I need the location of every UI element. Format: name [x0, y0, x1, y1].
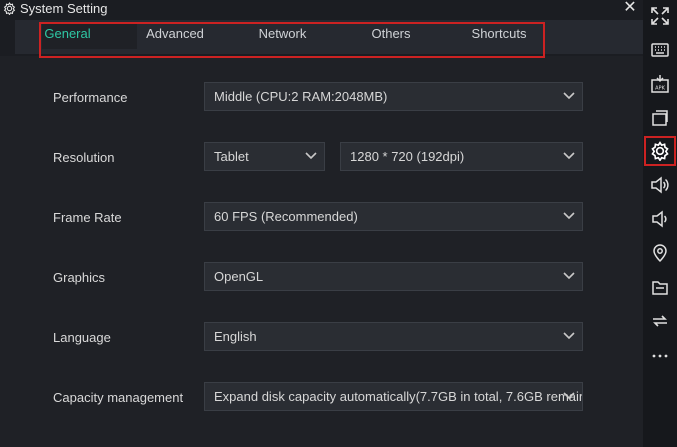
right-toolbar: APK — [643, 0, 677, 447]
rotate-icon[interactable] — [650, 311, 670, 331]
language-select[interactable]: English — [204, 322, 583, 351]
resolution-device-select[interactable]: Tablet — [204, 142, 325, 171]
multi-window-icon[interactable] — [650, 108, 670, 128]
chevron-down-icon — [563, 392, 575, 400]
graphics-select[interactable]: OpenGL — [204, 262, 583, 291]
capacity-select[interactable]: Expand disk capacity automatically(7.7GB… — [204, 382, 583, 411]
location-icon[interactable] — [650, 243, 670, 263]
chevron-down-icon — [305, 152, 317, 160]
fullscreen-icon[interactable] — [650, 6, 670, 26]
capacity-value: Expand disk capacity automatically(7.7GB… — [214, 389, 582, 404]
resolution-size-select[interactable]: 1280 * 720 (192dpi) — [340, 142, 583, 171]
volume-down-icon[interactable] — [650, 209, 670, 229]
chevron-down-icon — [563, 152, 575, 160]
chevron-down-icon — [563, 92, 575, 100]
window-title: System Setting — [20, 1, 108, 16]
svg-text:APK: APK — [655, 86, 665, 92]
chevron-down-icon — [563, 332, 575, 340]
capacity-label: Capacity management — [53, 390, 184, 405]
chevron-down-icon — [563, 212, 575, 220]
settings-gear-icon — [3, 2, 16, 15]
graphics-value: OpenGL — [214, 269, 264, 284]
title-bar: System Setting ✕ — [0, 0, 643, 18]
frame-rate-label: Frame Rate — [53, 210, 122, 225]
close-button[interactable]: ✕ — [622, 0, 638, 17]
performance-label: Performance — [53, 90, 128, 105]
performance-select[interactable]: Middle (CPU:2 RAM:2048MB) — [204, 82, 583, 111]
frame-rate-select[interactable]: 60 FPS (Recommended) — [204, 202, 583, 231]
chevron-down-icon — [563, 272, 575, 280]
graphics-label: Graphics — [53, 270, 106, 285]
performance-value: Middle (CPU:2 RAM:2048MB) — [214, 89, 388, 104]
frame-rate-value: 60 FPS (Recommended) — [214, 209, 358, 224]
language-value: English — [214, 329, 257, 344]
folder-icon[interactable] — [650, 278, 670, 298]
language-label: Language — [53, 330, 111, 345]
resolution-size-value: 1280 * 720 (192dpi) — [350, 149, 465, 164]
apk-install-icon[interactable]: APK — [650, 74, 670, 94]
volume-up-icon[interactable] — [650, 175, 670, 195]
settings-highlight-box — [644, 136, 676, 166]
resolution-label: Resolution — [53, 150, 115, 165]
keyboard-icon[interactable] — [650, 40, 670, 60]
tabs-highlight-box — [39, 22, 545, 58]
more-icon[interactable] — [650, 346, 670, 366]
